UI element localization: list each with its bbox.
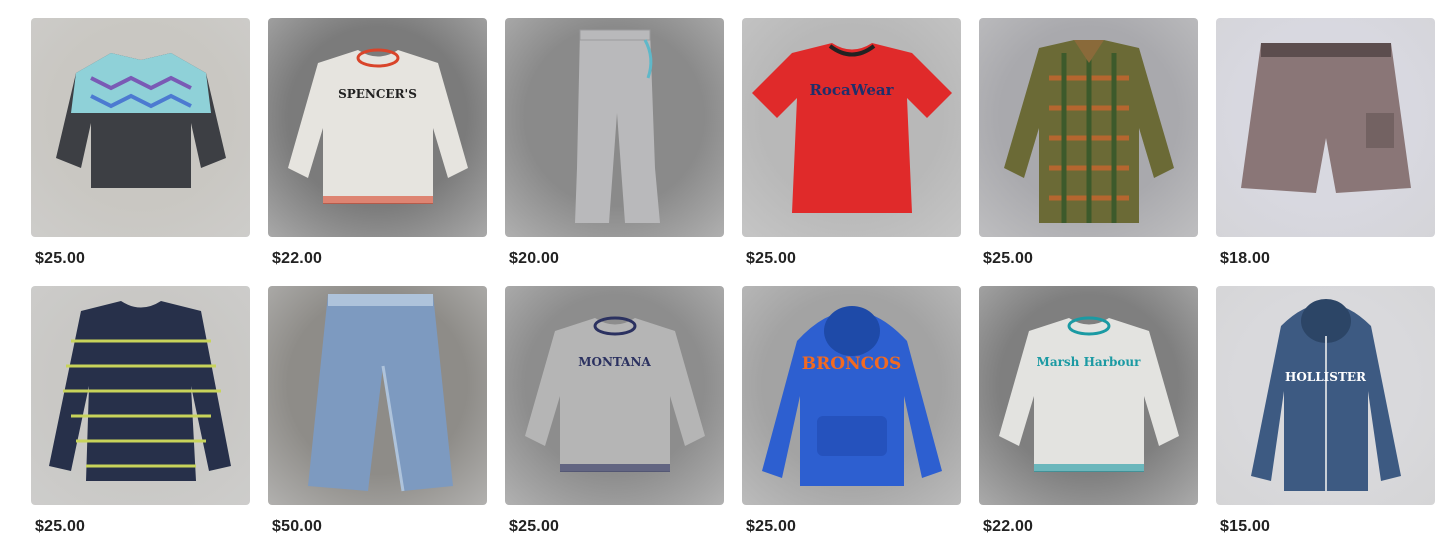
product-price: $50.00	[272, 518, 323, 535]
product-card[interactable]: $25.00	[31, 18, 250, 276]
product-price: $25.00	[746, 518, 797, 535]
flannel-jacket-icon	[1004, 40, 1174, 223]
garment-print-text: SPENCER'S	[338, 87, 417, 101]
product-price: $20.00	[509, 250, 560, 267]
product-price: $22.00	[983, 518, 1034, 535]
cargo-shorts-icon	[1241, 43, 1411, 193]
quarter-zip-fleece-icon	[56, 53, 226, 188]
product-image[interactable]	[268, 286, 487, 505]
product-image[interactable]	[1216, 18, 1435, 237]
product-card[interactable]: RocaWear $25.00	[742, 18, 961, 276]
product-price: $15.00	[1220, 518, 1271, 535]
product-price: $25.00	[983, 250, 1034, 267]
product-card[interactable]: MONTANA $25.00	[505, 286, 724, 544]
product-image[interactable]	[31, 286, 250, 505]
product-image[interactable]	[505, 18, 724, 237]
garment-print-text: MONTANA	[578, 355, 651, 369]
product-image[interactable]	[31, 18, 250, 237]
crewneck-sweatshirt-icon	[288, 48, 468, 204]
product-card[interactable]: SPENCER'S $22.00	[268, 18, 487, 276]
crewneck-sweatshirt-icon	[525, 316, 705, 472]
product-card[interactable]: $25.00	[31, 286, 250, 544]
product-image[interactable]: HOLLISTER	[1216, 286, 1435, 505]
product-price: $25.00	[35, 250, 86, 267]
product-image[interactable]: Marsh Harbour	[979, 286, 1198, 505]
product-card[interactable]: HOLLISTER $15.00	[1216, 286, 1435, 544]
striped-sweater-icon	[49, 301, 231, 481]
product-card[interactable]: Marsh Harbour $22.00	[979, 286, 1198, 544]
hoodie-icon	[762, 306, 942, 486]
product-image[interactable]: RocaWear	[742, 18, 961, 237]
tshirt-icon	[752, 43, 952, 213]
product-card[interactable]: $18.00	[1216, 18, 1435, 276]
product-card[interactable]: $20.00	[505, 18, 724, 276]
zip-hoodie-icon	[1251, 299, 1401, 491]
jeans-icon	[308, 294, 453, 492]
product-card[interactable]: $50.00	[268, 286, 487, 544]
product-price: $18.00	[1220, 250, 1271, 267]
product-image[interactable]	[979, 18, 1198, 237]
product-price: $22.00	[272, 250, 323, 267]
garment-print-text: BRONCOS	[801, 354, 902, 374]
product-price: $25.00	[746, 250, 797, 267]
product-card[interactable]: $25.00	[979, 18, 1198, 276]
product-image[interactable]: SPENCER'S	[268, 18, 487, 237]
sweatpants-icon	[575, 29, 660, 223]
product-price: $25.00	[509, 518, 560, 535]
product-image[interactable]: BRONCOS	[742, 286, 961, 505]
product-grid: $25.00 SPENCER'S $22.00 $20.00 RocaWear $2…	[31, 18, 1435, 544]
crewneck-sweatshirt-icon	[999, 316, 1179, 472]
garment-print-text: HOLLISTER	[1285, 370, 1366, 384]
product-card[interactable]: BRONCOS $25.00	[742, 286, 961, 544]
garment-print-text: Marsh Harbour	[1036, 355, 1141, 369]
product-price: $25.00	[35, 518, 86, 535]
product-image[interactable]: MONTANA	[505, 286, 724, 505]
garment-print-text: RocaWear	[809, 81, 894, 99]
